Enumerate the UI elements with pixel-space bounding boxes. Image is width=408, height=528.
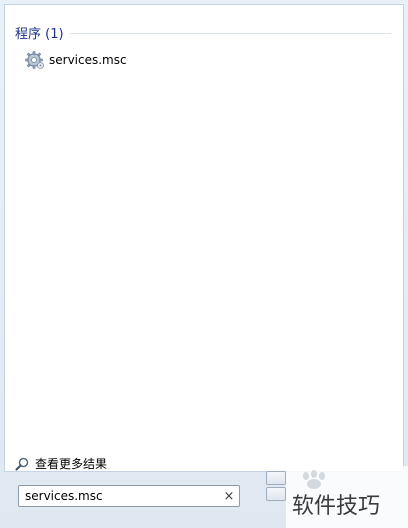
start-menu: 程序 (1) services.msc 查看更多结果 services.msc … bbox=[0, 0, 408, 528]
section-header-programs: 程序 (1) bbox=[15, 23, 391, 42]
section-title: 程序 (1) bbox=[15, 26, 64, 42]
shutdown-button[interactable] bbox=[262, 466, 290, 506]
watermark: 软件技巧 bbox=[286, 466, 408, 528]
clear-search-button[interactable]: × bbox=[219, 486, 239, 506]
see-more-results-link[interactable]: 查看更多结果 bbox=[15, 454, 107, 472]
gear-icon bbox=[25, 50, 45, 70]
search-icon bbox=[15, 456, 29, 471]
search-results-pane: 程序 (1) services.msc 查看更多结果 bbox=[4, 4, 404, 472]
section-divider bbox=[69, 32, 391, 34]
shutdown-box-top bbox=[266, 471, 286, 485]
see-more-results-label: 查看更多结果 bbox=[35, 456, 108, 471]
paw-logo-icon bbox=[296, 470, 336, 490]
watermark-text: 软件技巧 bbox=[292, 494, 381, 519]
search-box[interactable]: × bbox=[18, 485, 240, 507]
result-item-label: services.msc bbox=[49, 53, 127, 67]
shutdown-box-bottom bbox=[266, 487, 286, 501]
result-item-services-msc[interactable]: services.msc bbox=[25, 49, 133, 71]
search-input[interactable] bbox=[19, 486, 219, 506]
